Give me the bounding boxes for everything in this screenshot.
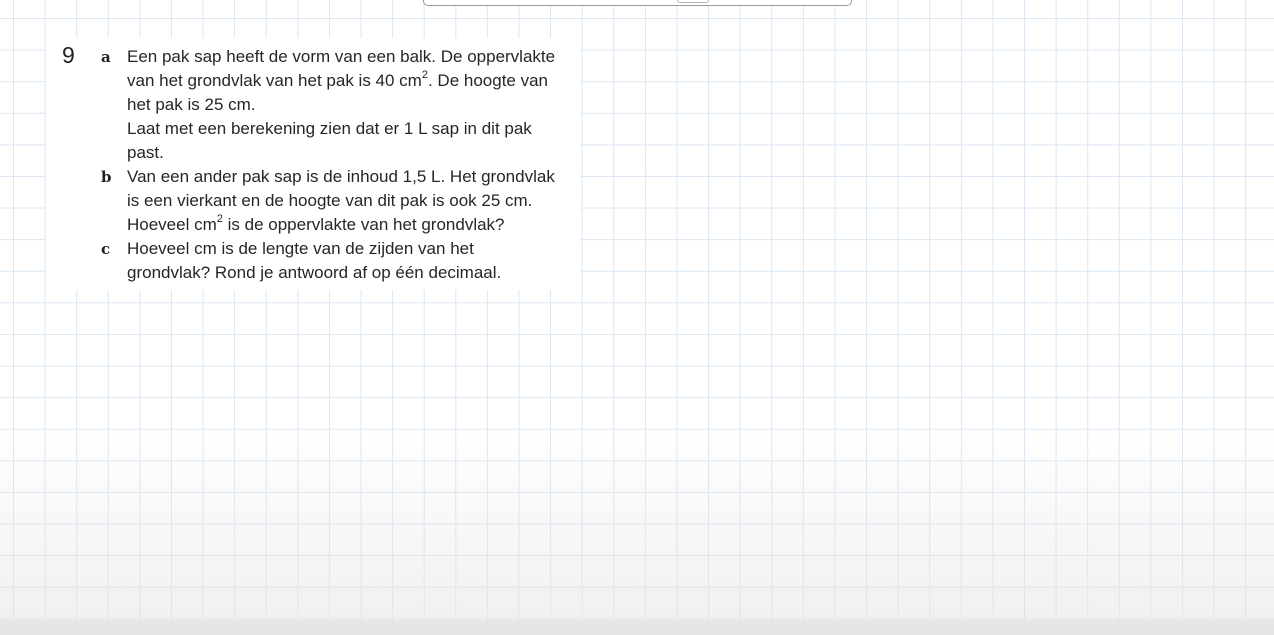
part-b-line-3: Hoeveel cm2 is de oppervlakte van het gr… xyxy=(127,213,505,234)
superscript: 2 xyxy=(421,69,428,82)
part-a-line-3: het pak is 25 cm. xyxy=(127,95,256,114)
part-a-line-4: Laat met een berekening zien dat er 1 L … xyxy=(127,119,532,138)
part-a-line-5: past. xyxy=(127,143,164,162)
superscript: 2 xyxy=(216,213,223,226)
part-c-letter: c xyxy=(101,240,111,258)
bottom-strip xyxy=(0,620,1274,635)
exercise-number: 9 xyxy=(62,42,75,68)
part-b-letter: b xyxy=(101,168,112,186)
part-a-line-1: Een pak sap heeft de vorm van een balk. … xyxy=(127,47,556,66)
part-b-line-2: is een vierkant en de hoogte van dit pak… xyxy=(127,191,533,210)
top-toolbar[interactable] xyxy=(423,0,852,6)
part-c-line-1: Hoeveel cm is de lengte van de zijden va… xyxy=(127,239,474,258)
part-c-line-2: grondvlak? Rond je antwoord af op één de… xyxy=(127,263,502,282)
part-a-letter: a xyxy=(101,48,111,66)
part-b-line-1: Van een ander pak sap is de inhoud 1,5 L… xyxy=(127,167,555,186)
part-a-line-2: van het grondvlak van het pak is 40 cm2.… xyxy=(127,69,548,90)
toolbar-handle[interactable] xyxy=(677,0,709,3)
